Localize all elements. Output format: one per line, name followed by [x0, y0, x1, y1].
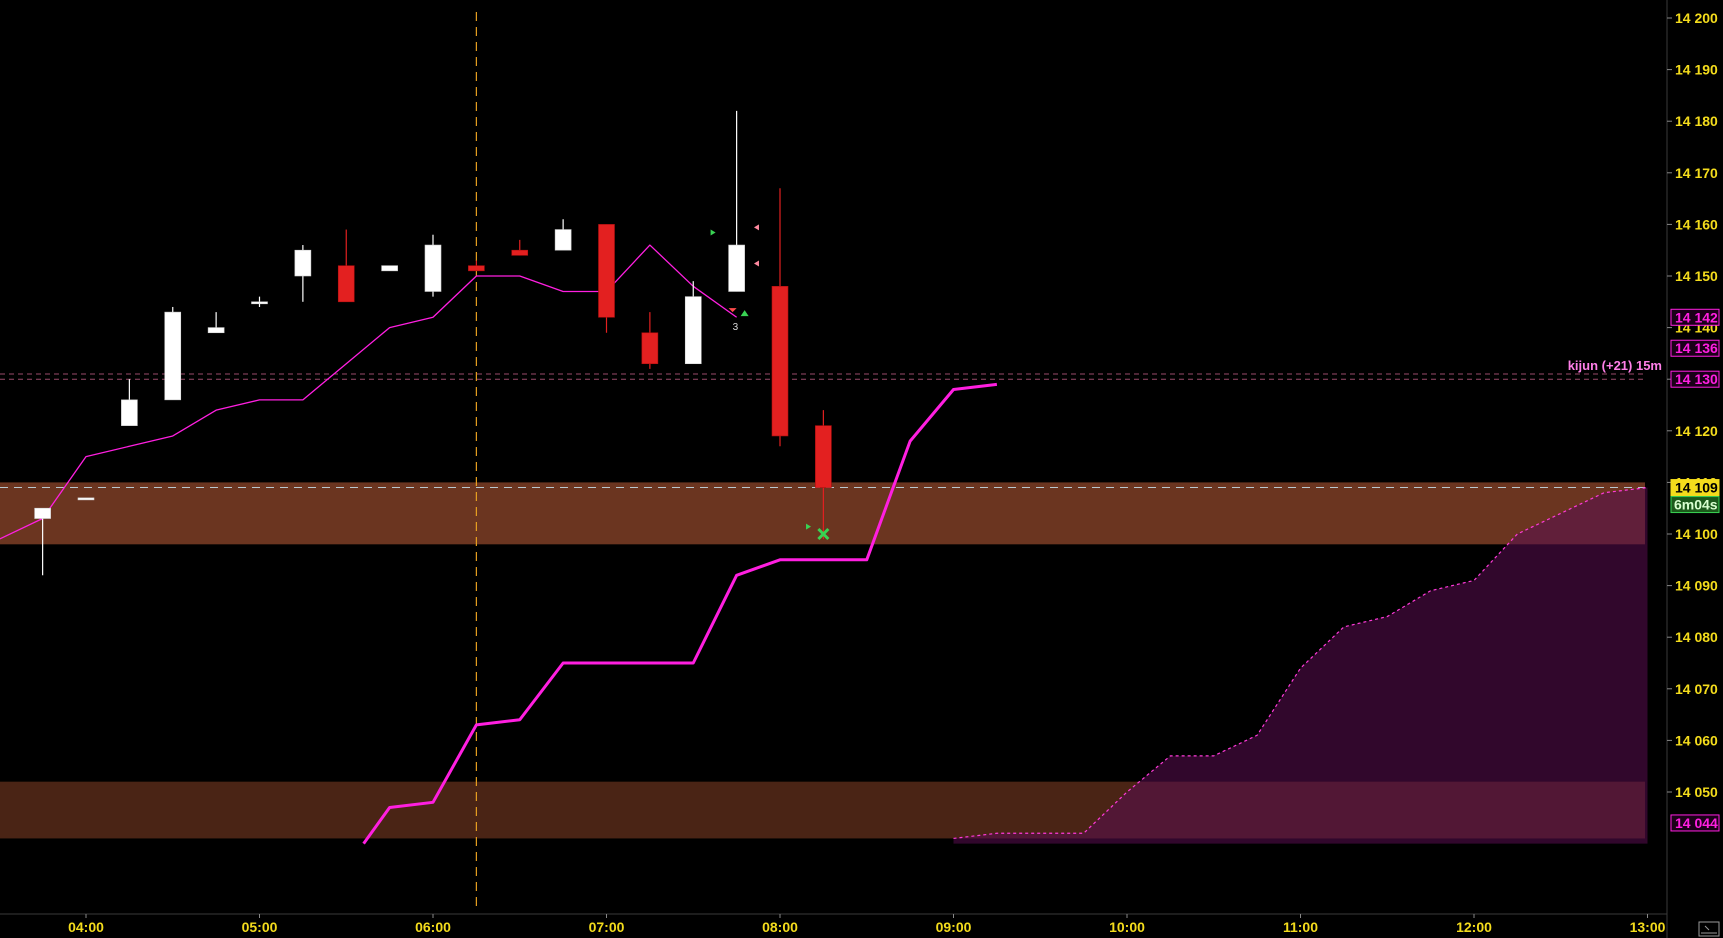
time-tick-label: 07:00	[589, 919, 625, 935]
candle-body-4	[164, 311, 182, 401]
price-tick-label: 14 060	[1675, 732, 1718, 748]
candle-body-6	[251, 301, 268, 305]
candle-body-17	[728, 244, 745, 292]
time-tick-label: 13:00	[1630, 919, 1666, 935]
candle-body-19	[815, 425, 832, 488]
price-tag-label: 14 109	[1675, 480, 1718, 496]
time-tick-label: 12:00	[1456, 919, 1492, 935]
countdown-label: 6m04s	[1674, 497, 1718, 513]
candle-body-8	[337, 265, 355, 303]
price-tick-label: 14 070	[1675, 681, 1718, 697]
price-tick-label: 14 080	[1675, 629, 1718, 645]
candle-body-10	[424, 244, 442, 292]
kijun-label: kijun (+21) 15m	[1568, 358, 1662, 373]
time-tick-label: 09:00	[936, 919, 972, 935]
candle-body-3	[121, 399, 138, 426]
price-tick-label: 14 090	[1675, 578, 1718, 594]
time-tick-label: 06:00	[415, 919, 451, 935]
price-tag-label: 14 142	[1675, 309, 1718, 325]
price-tick-label: 14 050	[1675, 784, 1718, 800]
candle-body-16	[684, 296, 702, 365]
candle-body-1	[34, 507, 51, 519]
price-tick-label: 14 200	[1675, 10, 1718, 26]
time-tick-label: 04:00	[68, 919, 104, 935]
candle-body-9	[381, 265, 398, 272]
price-tick-label: 14 180	[1675, 113, 1718, 129]
candle-body-7	[294, 249, 312, 277]
time-tick-label: 08:00	[762, 919, 798, 935]
time-tick-label: 05:00	[242, 919, 278, 935]
price-tag-label: 14 136	[1675, 340, 1718, 356]
time-tick-label: 11:00	[1283, 919, 1318, 935]
candle-body-2	[77, 497, 95, 501]
trade-count-label: 3	[733, 322, 739, 333]
price-tick-label: 14 150	[1675, 268, 1718, 284]
candle-body-5	[207, 327, 225, 334]
price-tag-label: 14 044	[1675, 815, 1718, 831]
price-tick-label: 14 170	[1675, 165, 1718, 181]
price-chart[interactable]: 3 14 200 14 190 14 180 14 170 14 160 14 150 14…	[0, 0, 1723, 938]
price-tick-label: 14 160	[1675, 216, 1718, 232]
price-tag-label: 14 130	[1675, 371, 1718, 387]
price-tick-label: 14 190	[1675, 62, 1718, 78]
candle-body-18	[771, 286, 789, 437]
price-tick-label: 14 120	[1675, 423, 1718, 439]
price-tick-label: 14 100	[1675, 526, 1718, 542]
candle-body-13	[554, 229, 572, 251]
candle-body-12	[511, 249, 529, 256]
time-tick-label: 10:00	[1109, 919, 1145, 935]
candle-body-11	[468, 265, 485, 272]
candle-body-15	[641, 332, 659, 365]
candle-body-14	[598, 224, 615, 318]
